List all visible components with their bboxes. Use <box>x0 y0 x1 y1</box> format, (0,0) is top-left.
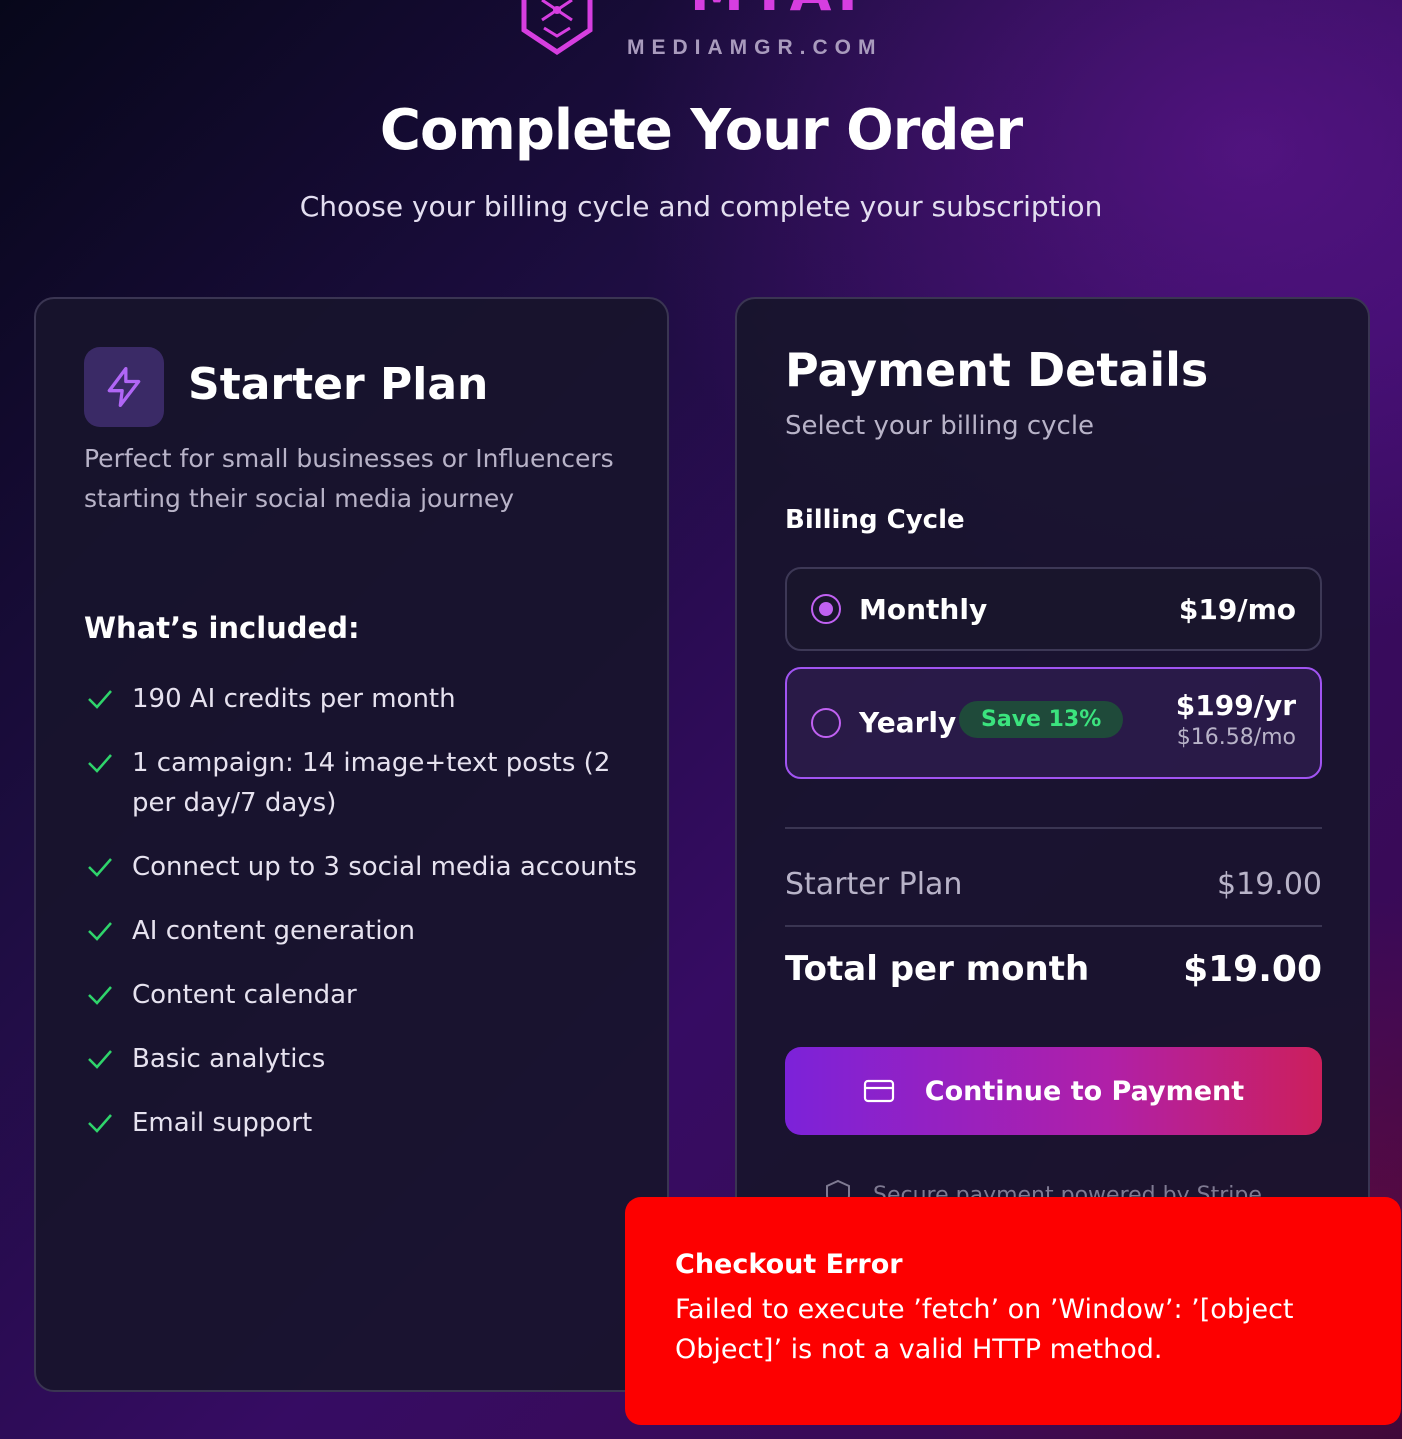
billing-cycle-label: Billing Cycle <box>785 505 965 535</box>
feature-text: Basic analytics <box>132 1044 326 1074</box>
toast-title: Checkout Error <box>675 1249 903 1280</box>
feature-text: Email support <box>132 1108 313 1138</box>
feature-item: 1 campaign: 14 image+text posts (2 per d… <box>84 743 644 823</box>
feature-item: Email support <box>84 1103 644 1143</box>
check-icon <box>88 858 112 877</box>
brand-domain: MEDIAMGR.COM <box>627 36 883 59</box>
divider <box>785 925 1322 927</box>
check-icon <box>88 690 112 709</box>
plan-card: Starter Plan Perfect for small businesse… <box>34 297 669 1392</box>
option-monthly-equivalent: $16.58/mo <box>1176 725 1296 750</box>
option-label: Yearly <box>859 706 957 739</box>
credit-card-icon <box>863 1079 894 1103</box>
summary-total-value: $19.00 <box>1183 949 1322 990</box>
button-label: Continue to Payment <box>924 1075 1245 1107</box>
feature-item: Connect up to 3 social media accounts <box>84 847 644 887</box>
check-icon <box>88 986 112 1005</box>
feature-item: 190 AI credits per month <box>84 679 644 719</box>
page-title: Complete Your Order <box>379 98 1023 163</box>
feature-text: 1 campaign: 14 image+text posts (2 per d… <box>132 748 611 818</box>
feature-list: 190 AI credits per month 1 campaign: 14 … <box>84 679 644 1167</box>
feature-item: Basic analytics <box>84 1039 644 1079</box>
divider <box>785 827 1322 829</box>
brand-name: MYAI <box>690 0 864 22</box>
error-toast[interactable]: Checkout Error Failed to execute ’fetch’… <box>625 1197 1401 1425</box>
feature-item: AI content generation <box>84 911 644 951</box>
payment-card: Payment Details Select your billing cycl… <box>735 297 1370 1257</box>
option-label: Monthly <box>859 593 988 626</box>
feature-item: Content calendar <box>84 975 644 1015</box>
option-price: $19/mo <box>1178 593 1296 626</box>
summary-total-row: Total per month $19.00 <box>785 949 1322 990</box>
plan-name: Starter Plan <box>188 359 489 410</box>
billing-option-yearly[interactable]: Yearly Save 13% $199/yr $16.58/mo <box>785 667 1322 779</box>
check-icon <box>88 754 112 773</box>
summary-total-label: Total per month <box>785 949 1090 989</box>
feature-text: 190 AI credits per month <box>132 684 456 714</box>
summary-plan-row: Starter Plan $19.00 <box>785 867 1322 902</box>
billing-option-monthly[interactable]: Monthly $19/mo <box>785 567 1322 651</box>
payment-title: Payment Details <box>785 343 1209 397</box>
lightning-icon <box>84 347 164 427</box>
feature-text: Content calendar <box>132 980 357 1010</box>
summary-plan-label: Starter Plan <box>785 867 963 902</box>
payment-subtitle: Select your billing cycle <box>785 411 1095 441</box>
brand-header: MYAI MEDIAMGR.COM <box>0 0 1402 70</box>
check-icon <box>88 922 112 941</box>
radio-unselected[interactable] <box>811 708 841 738</box>
radio-selected[interactable] <box>811 594 841 624</box>
feature-text: AI content generation <box>132 916 415 946</box>
option-price: $199/yr <box>1175 689 1296 722</box>
toast-message: Failed to execute ’fetch’ on ’Window’: ’… <box>675 1294 1294 1365</box>
page-subtitle: Choose your billing cycle and complete y… <box>299 190 1103 223</box>
feature-text: Connect up to 3 social media accounts <box>132 852 637 882</box>
plan-description: Perfect for small businesses or Influenc… <box>84 444 614 513</box>
save-badge: Save 13% <box>959 701 1124 738</box>
summary-plan-value: $19.00 <box>1217 867 1322 902</box>
included-heading: What’s included: <box>84 611 360 645</box>
continue-to-payment-button[interactable]: Continue to Payment <box>785 1047 1322 1135</box>
logo-icon <box>521 0 593 56</box>
check-icon <box>88 1114 112 1133</box>
check-icon <box>88 1050 112 1069</box>
